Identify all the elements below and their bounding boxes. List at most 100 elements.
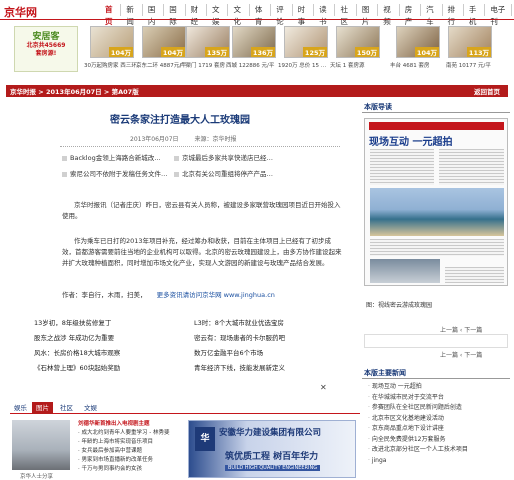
top-nav: 首页 新闻 国内 国际 财经 文娱 文化 体育 评论 时事 读书 社区 图片 视… bbox=[100, 4, 512, 26]
ad-thumb-caption[interactable]: 西城 122886 元/平 bbox=[226, 61, 282, 69]
ad-thumb-price: 135万 bbox=[204, 47, 229, 57]
tab-community[interactable]: 社区 bbox=[56, 402, 77, 414]
company-ad-banner[interactable]: 华 安徽华力建设集团有限公司 筑优质工程 树百年华力 BUILD HIGH QU… bbox=[188, 420, 356, 478]
nav-item[interactable]: 体育 bbox=[250, 4, 272, 26]
ad-thumb[interactable]: 113万 bbox=[448, 26, 492, 58]
nav-item[interactable]: 文化 bbox=[228, 4, 250, 26]
company-ad-subtitle: BUILD HIGH QUALITY ENGINEERING bbox=[225, 465, 321, 471]
paper-thumbnail[interactable] bbox=[364, 334, 508, 348]
related-links: Backlog金领上海路合新城改… 索尼公司不依附于发稿任务文件… 京城最后多家… bbox=[62, 152, 372, 192]
newspaper-page-image[interactable]: 现场互动 一元超拍 bbox=[364, 118, 508, 286]
paper-photo bbox=[370, 259, 440, 283]
feature-photo-caption[interactable]: 京华人士分享 bbox=[20, 472, 53, 480]
close-icon[interactable]: ✕ bbox=[320, 383, 327, 392]
nav-item[interactable]: 文娱 bbox=[207, 4, 229, 26]
article-headline: 密云条家注打造最大人工玫瑰园 bbox=[110, 115, 250, 126]
nav-item[interactable]: 电子刊 bbox=[485, 4, 512, 26]
feature-list: 刘德华新首推出入电视剧主题 · 成大北约到青年人要重学习 - 林秀斐 · 年龄的… bbox=[78, 420, 178, 474]
list-item[interactable]: 在华城城市民对于交流平台 bbox=[368, 393, 508, 404]
related-link[interactable]: 索尼公司不依附于发稿任务文件… bbox=[62, 168, 168, 178]
nav-item[interactable]: 社区 bbox=[335, 4, 357, 26]
list-item[interactable]: · 女兵最后参加高中营课题 bbox=[78, 447, 178, 456]
nav-item[interactable]: 汽车 bbox=[421, 4, 443, 26]
nav-item[interactable]: 视频 bbox=[378, 4, 400, 26]
ad-thumb[interactable]: 135万 bbox=[186, 26, 230, 58]
nav-item[interactable]: 时事 bbox=[293, 4, 315, 26]
breadcrumb-bar: 京华时报 > 2013年06月07日 > 第A07版 返回首页 bbox=[6, 85, 508, 97]
news-link[interactable]: 风水：长房价格18大城市观察 bbox=[34, 347, 120, 357]
news-link[interactable]: 《石林营上理》60块起始奖励 bbox=[34, 362, 120, 372]
ad-thumb[interactable]: 104万 bbox=[396, 26, 440, 58]
list-item[interactable]: 北京市区文化基地建设活动 bbox=[368, 414, 508, 425]
ad-thumb-price: 125万 bbox=[302, 47, 327, 57]
bullet-icon bbox=[174, 171, 179, 177]
nav-item[interactable]: 排行 bbox=[443, 4, 464, 26]
feature-photo[interactable] bbox=[12, 420, 70, 470]
news-link[interactable]: 青年经济下线，技能发展新定义 bbox=[194, 362, 285, 372]
nav-item[interactable]: 财经 bbox=[186, 4, 208, 26]
ad-thumb-caption[interactable]: 丰台 4681 套房 bbox=[390, 61, 446, 69]
ad-thumb-caption[interactable]: 南苑 10177 元/平 bbox=[446, 61, 508, 69]
ad-thumb-price: 150万 bbox=[354, 47, 379, 57]
news-link[interactable]: L3时：8个大城市就业优选宝房 bbox=[194, 317, 284, 327]
news-link[interactable]: 13岁初，8年级扶贫修复丁 bbox=[34, 317, 111, 327]
nav-item[interactable]: 房产 bbox=[400, 4, 422, 26]
nav-item[interactable]: 国内 bbox=[143, 4, 165, 26]
list-item[interactable]: jinga bbox=[368, 456, 508, 467]
tab-entertainment[interactable]: 娱乐 bbox=[10, 402, 31, 414]
ad-thumb-caption[interactable]: 天坛 1 套房源 bbox=[330, 61, 386, 69]
nav-item[interactable]: 评论 bbox=[271, 4, 293, 26]
list-item[interactable]: 改进北京部分社区一个人工技术项目 bbox=[368, 445, 508, 456]
article-paragraph: 京华时报讯（记者庄庆）昨日，密云县有关人员称，被建设多家联营玫瑰园项目近日开始投… bbox=[62, 201, 341, 220]
ad-brand-name: 安居客 bbox=[32, 32, 60, 42]
company-ad-slogan: 筑优质工程 树百年华力 bbox=[225, 452, 319, 462]
breadcrumb[interactable]: 京华时报 > 2013年06月07日 > 第A07版 bbox=[10, 86, 139, 96]
tab-culture[interactable]: 文娱 bbox=[80, 402, 101, 414]
sidebar-divider bbox=[362, 378, 510, 379]
nav-item[interactable]: 新闻 bbox=[121, 4, 143, 26]
ad-thumb[interactable]: 104万 bbox=[90, 26, 134, 58]
ad-thumb-price: 104万 bbox=[414, 47, 439, 57]
pager[interactable]: 上一篇 ‹ 下一篇 bbox=[440, 350, 482, 359]
paper-text-column bbox=[370, 239, 504, 256]
related-link[interactable]: Backlog金领上海路合新城改… bbox=[62, 152, 161, 162]
ad-thumb-caption[interactable]: 30万起购房家 西三环… bbox=[84, 61, 140, 69]
list-item[interactable]: · 千万与男同事约会的女孩 bbox=[78, 465, 178, 474]
list-item[interactable]: 参赛团队在全社区民新问题后创造 bbox=[368, 403, 508, 414]
sidebar-title: 本版导读 bbox=[364, 103, 392, 111]
site-logo[interactable]: 京华网 bbox=[4, 4, 37, 20]
news-link[interactable]: 密云有：现场患者的卡尔服药吧 bbox=[194, 332, 285, 342]
related-link[interactable]: 京城最后多家共享快递店已经… bbox=[174, 152, 273, 162]
nav-item[interactable]: 手机 bbox=[464, 4, 486, 26]
list-item[interactable]: 京东商品重点地下设计讲座 bbox=[368, 424, 508, 435]
ad-brand-box[interactable]: 安居客 北京共45669 套房源! bbox=[14, 26, 78, 72]
tab-pictures[interactable]: 图片 bbox=[32, 402, 53, 414]
paper-caption[interactable]: 图：视线密云游成玫瑰园 bbox=[366, 300, 432, 309]
ad-thumb[interactable]: 136万 bbox=[232, 26, 276, 58]
sidebar-divider bbox=[362, 112, 510, 113]
article-source-link[interactable]: 更多资讯请访问京华网 www.jinghua.cn bbox=[157, 291, 275, 299]
list-item[interactable]: 向全民免费提供12万套服务 bbox=[368, 435, 508, 446]
nav-item[interactable]: 国际 bbox=[164, 4, 186, 26]
ad-thumb[interactable]: 150万 bbox=[336, 26, 380, 58]
list-item[interactable]: · 成大北约到青年人要重学习 - 林秀斐 bbox=[78, 429, 178, 438]
article-meta: 2013年06月07日 来源：京华时报 bbox=[130, 134, 250, 143]
back-home-link[interactable]: 返回首页 bbox=[474, 86, 500, 96]
nav-item[interactable]: 首页 bbox=[100, 4, 122, 26]
related-link[interactable]: 北京有关公司重组将停产产品… bbox=[174, 168, 273, 178]
list-item[interactable]: 刘德华新首推出入电视剧主题 bbox=[78, 420, 178, 429]
list-item[interactable]: · 年龄的上海市将实现音乐项目 bbox=[78, 438, 178, 447]
ad-thumb[interactable]: 125万 bbox=[284, 26, 328, 58]
ad-thumb-caption[interactable]: 1920万 总价 15 … bbox=[278, 61, 334, 69]
bullet-icon bbox=[62, 171, 67, 177]
nav-item[interactable]: 图片 bbox=[357, 4, 379, 26]
news-link[interactable]: 数万亿金融平台6个市场 bbox=[194, 347, 263, 357]
nav-item[interactable]: 读书 bbox=[314, 4, 336, 26]
news-link[interactable]: 股东之战涉 年成功亿为重要 bbox=[34, 332, 114, 342]
ad-thumb-price: 104万 bbox=[160, 47, 185, 57]
ad-thumb[interactable]: 104万 bbox=[142, 26, 186, 58]
pager[interactable]: 上一篇 ‹ 下一篇 bbox=[440, 325, 482, 334]
ad-thumb-price: 104万 bbox=[108, 47, 133, 57]
list-item[interactable]: · 男家到市场直播新的改革任务 bbox=[78, 456, 178, 465]
list-item[interactable]: 现场互动 一元超拍 bbox=[368, 382, 508, 393]
